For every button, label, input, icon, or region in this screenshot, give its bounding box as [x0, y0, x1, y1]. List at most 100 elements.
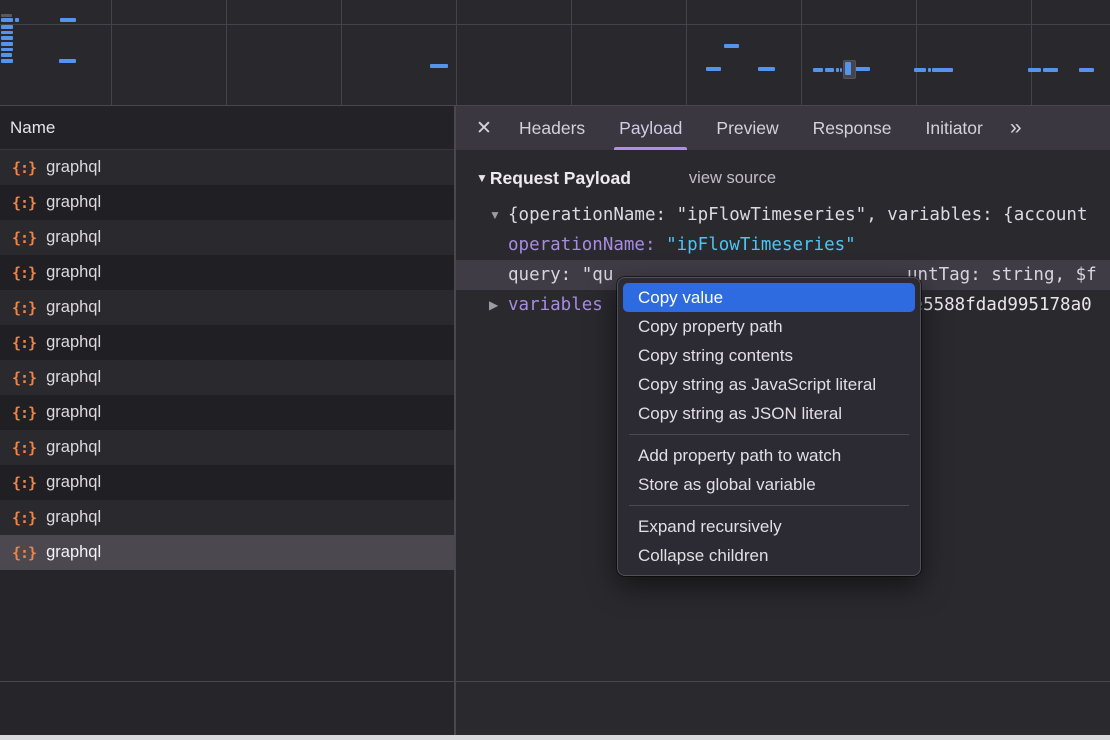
- menu-item-copy-string-contents[interactable]: Copy string contents: [623, 341, 915, 370]
- network-overview-timeline[interactable]: [0, 0, 1110, 106]
- tab-payload[interactable]: Payload: [602, 106, 699, 150]
- overview-gridline: [341, 0, 342, 105]
- tab-initiator[interactable]: Initiator: [908, 106, 999, 150]
- request-name: graphql: [46, 403, 101, 422]
- network-activity-bar: [758, 67, 775, 71]
- view-source-link[interactable]: view source: [689, 169, 776, 188]
- request-row-graphql[interactable]: {:} graphql: [0, 360, 454, 395]
- devtools-network-panel: Name {:}graphql{:}graphql{:}graphql{:}gr…: [0, 0, 1110, 740]
- more-tabs-icon[interactable]: »: [1002, 116, 1030, 140]
- menu-item-copy-value[interactable]: Copy value: [623, 283, 915, 312]
- network-activity-bar: [825, 68, 834, 72]
- network-activity-bar: [840, 68, 842, 72]
- json-resource-icon: {:}: [12, 404, 36, 422]
- tab-preview[interactable]: Preview: [699, 106, 795, 150]
- request-name: graphql: [46, 438, 101, 457]
- request-row-graphql[interactable]: {:}graphql: [0, 255, 454, 290]
- request-name: graphql: [46, 473, 101, 492]
- network-activity-bar: [836, 68, 839, 72]
- request-row-graphql[interactable]: {:}graphql: [0, 150, 454, 185]
- json-resource-icon: {:}: [12, 229, 36, 247]
- json-resource-icon: {:}: [12, 299, 36, 317]
- menu-item-collapse-children[interactable]: Collapse children: [623, 541, 915, 570]
- menu-item-store-as-global-variable[interactable]: Store as global variable: [623, 470, 915, 499]
- name-column-header[interactable]: Name: [0, 106, 454, 150]
- network-activity-bar: [932, 68, 953, 72]
- query-key-prefix: query: "qu: [508, 265, 613, 285]
- request-name: graphql: [46, 158, 101, 177]
- request-row-graphql[interactable]: {:} graphql: [0, 290, 454, 325]
- network-activity-bar: [1, 36, 13, 40]
- network-activity-bar: [1028, 68, 1041, 72]
- network-activity-bar: [1, 42, 13, 46]
- tab-response[interactable]: Response: [796, 106, 909, 150]
- menu-item-copy-string-as-javascript-literal[interactable]: Copy string as JavaScript literal: [623, 370, 915, 399]
- payload-preview-text: {operationName: "ipFlowTimeseries", vari…: [508, 205, 1087, 225]
- network-activity-bar: [1, 18, 13, 22]
- network-activity-bar: [706, 67, 721, 71]
- request-name: graphql: [46, 298, 101, 317]
- request-name: graphql: [46, 193, 101, 212]
- variables-key: variables: [508, 295, 603, 315]
- expand-arrow-icon[interactable]: ▼: [489, 200, 501, 230]
- network-activity-bar: [1, 53, 12, 57]
- menu-item-copy-string-as-json-literal[interactable]: Copy string as JSON literal: [623, 399, 915, 428]
- operation-name-row[interactable]: operationName: "ipFlowTimeseries": [456, 230, 1110, 260]
- menu-item-expand-recursively[interactable]: Expand recursively: [623, 512, 915, 541]
- network-activity-bar: [59, 59, 76, 63]
- network-activity-bar: [1, 59, 13, 63]
- table-bottom-border: [0, 681, 1110, 682]
- request-name: graphql: [46, 333, 101, 352]
- menu-item-add-property-path-to-watch[interactable]: Add property path to watch: [623, 441, 915, 470]
- tab-list: HeadersPayloadPreviewResponseInitiator: [502, 106, 1000, 150]
- overview-gridline: [801, 0, 802, 105]
- expand-arrow-icon[interactable]: ▶: [489, 290, 498, 320]
- json-resource-icon: {:}: [12, 334, 36, 352]
- network-activity-bar: [724, 44, 739, 48]
- menu-item-copy-property-path[interactable]: Copy property path: [623, 312, 915, 341]
- request-name: graphql: [46, 263, 101, 282]
- request-row-graphql[interactable]: {:} graphql: [0, 395, 454, 430]
- overview-gridline: [456, 0, 457, 105]
- json-resource-icon: {:}: [12, 509, 36, 527]
- overview-gridline: [226, 0, 227, 105]
- overview-gridline: [686, 0, 687, 105]
- json-resource-icon: {:}: [12, 474, 36, 492]
- request-row-graphql[interactable]: {:}graphql: [0, 535, 454, 570]
- request-name: graphql: [46, 228, 101, 247]
- network-activity-bar: [1, 48, 13, 52]
- request-row-graphql[interactable]: {:} graphql: [0, 325, 454, 360]
- operation-name-key: operationName:: [508, 235, 656, 255]
- request-list: {:} graphql {:} graphql {:} graphql {:} graphql…: [0, 150, 454, 570]
- collapse-arrow-icon[interactable]: ▼: [476, 171, 488, 185]
- page-edge-strip: [0, 735, 1110, 740]
- payload-root-row[interactable]: ▼ {operationName: "ipFlowTimeseries", va…: [456, 200, 1110, 230]
- tab-headers[interactable]: Headers: [502, 106, 602, 150]
- operation-name-value: "ipFlowTimeseries": [666, 235, 856, 255]
- network-activity-bar: [855, 67, 870, 71]
- overview-gridline: [111, 0, 112, 105]
- network-activity-bar: [60, 18, 76, 22]
- network-activity-bar: [813, 68, 823, 72]
- request-name: graphql: [46, 508, 101, 527]
- request-row-graphql[interactable]: {:} graphql: [0, 500, 454, 535]
- request-row-graphql[interactable]: {:} graphql: [0, 185, 454, 220]
- selected-request-tick: [845, 62, 851, 75]
- network-activity-bar: [430, 64, 448, 68]
- request-payload-section-header[interactable]: ▼ Request Payload view source: [456, 162, 1110, 194]
- request-row-graphql[interactable]: {:} graphql: [0, 220, 454, 255]
- menu-separator: [629, 505, 909, 506]
- request-name: graphql: [46, 543, 101, 562]
- json-resource-icon: {:}: [12, 439, 36, 457]
- request-row-graphql[interactable]: {:} graphql: [0, 465, 454, 500]
- request-row-graphql[interactable]: {:} graphql: [0, 430, 454, 465]
- json-resource-icon: {:}: [12, 369, 36, 387]
- network-activity-bar-gray: [1, 14, 12, 17]
- requests-pane: Name {:}graphql{:}graphql{:}graphql{:}gr…: [0, 106, 454, 740]
- overview-hline: [0, 24, 1110, 25]
- network-activity-bar: [928, 68, 931, 72]
- close-icon[interactable]: ✕: [466, 117, 502, 140]
- request-name: graphql: [46, 368, 101, 387]
- context-menu: Copy valueCopy property pathCopy string …: [617, 277, 921, 576]
- json-resource-icon: {:}: [12, 194, 36, 212]
